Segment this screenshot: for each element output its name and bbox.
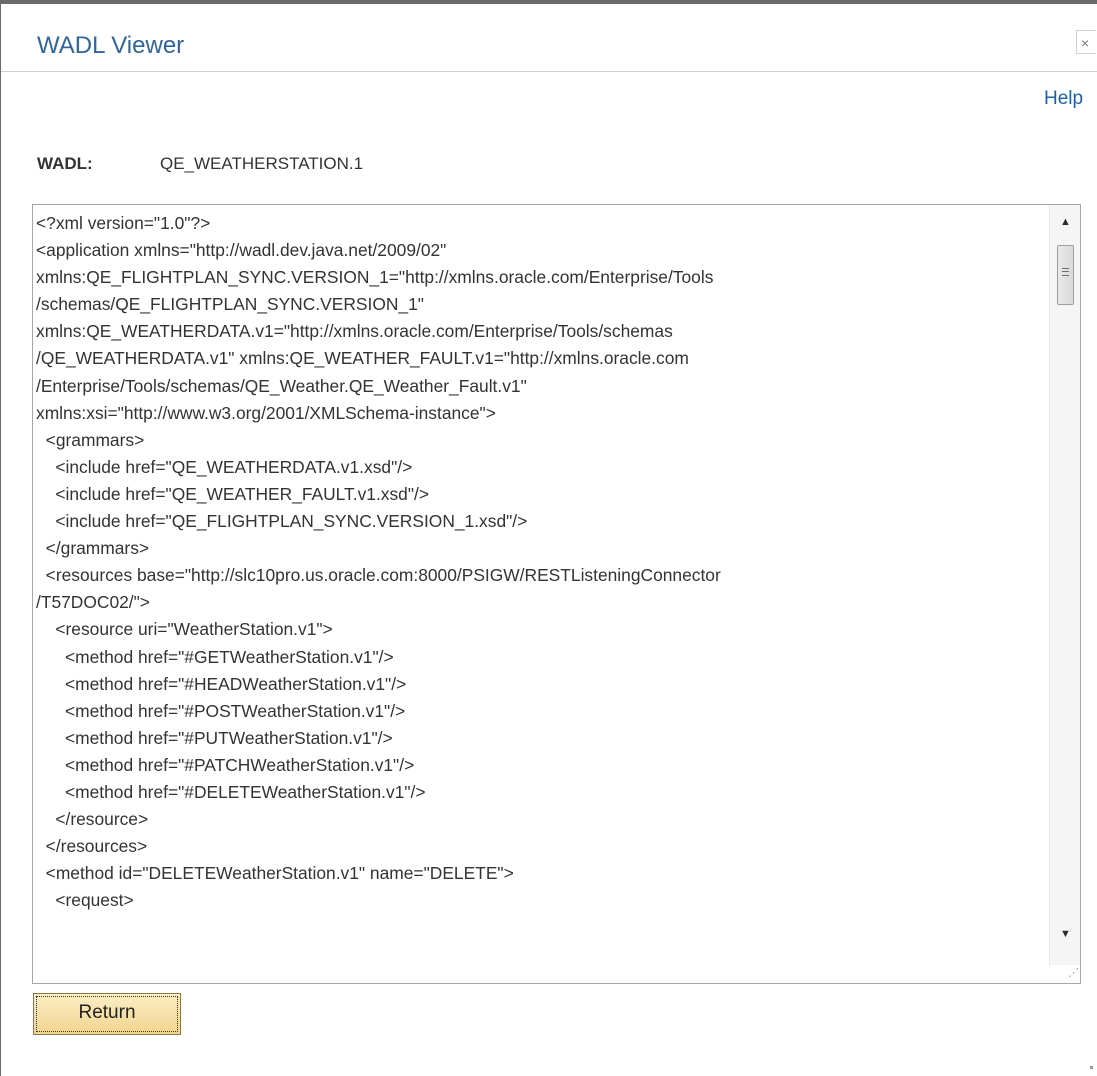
dialog-title-bar: WADL Viewer × [1,4,1097,72]
dialog-title: WADL Viewer [37,32,185,59]
wadl-name-value: QE_WEATHERSTATION.1 [160,154,364,173]
help-link[interactable]: Help [1044,88,1083,110]
wadl-viewer-dialog: WADL Viewer × Help WADL: QE_WEATHERSTATI… [0,0,1097,1076]
scroll-up-icon[interactable]: ▲ [1050,209,1080,235]
scroll-thumb[interactable] [1057,245,1074,305]
corner-dot [1090,1066,1093,1069]
close-button[interactable]: × [1076,30,1096,54]
wadl-xml-text[interactable]: <?xml version="1.0"?> <application xmlns… [36,210,1046,914]
wadl-label: WADL: [37,154,93,173]
return-button[interactable]: Return [33,993,181,1035]
vertical-scrollbar[interactable]: ▲ ▼ [1049,205,1080,965]
wadl-content-textarea[interactable]: <?xml version="1.0"?> <application xmlns… [32,204,1081,984]
resize-grip-icon[interactable]: ⋰ [1063,965,1079,981]
scroll-down-icon[interactable]: ▼ [1050,921,1080,947]
grip-lines-icon [1062,268,1069,276]
